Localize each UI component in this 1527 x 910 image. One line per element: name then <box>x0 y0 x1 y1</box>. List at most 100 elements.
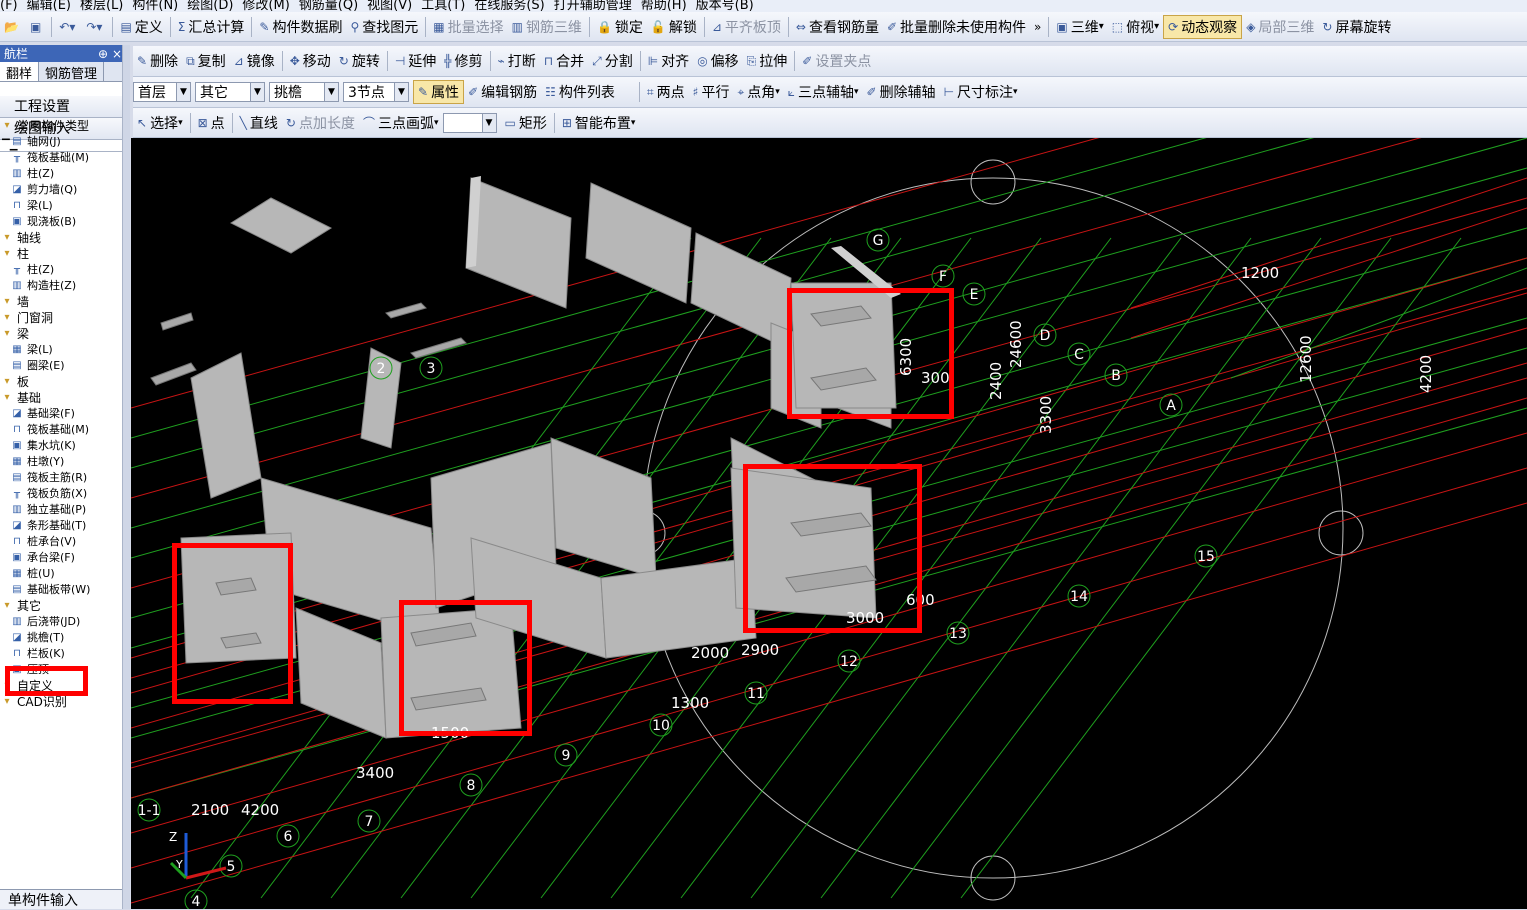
tab-fanyang[interactable]: 翻样 <box>0 62 40 82</box>
edit-button-10[interactable]: ⊫ 对齐 <box>644 49 693 73</box>
menu-item-10[interactable]: 打开辅助管理 <box>554 0 632 12</box>
tree-category[interactable]: ▾ 基础 <box>0 390 122 406</box>
open-file-icon[interactable]: 📂 <box>0 15 26 39</box>
axis-tool-2[interactable]: ⌖ 点角 ▾ <box>733 80 783 104</box>
tree-item[interactable]: ╥ 筏板基础(M) <box>0 150 122 166</box>
category-select[interactable]: 其它 ▼ <box>195 82 265 102</box>
tree-item[interactable]: ◪ 条形基础(T) <box>0 518 122 534</box>
edit-button-2[interactable]: ⊿ 镜像 <box>230 49 279 73</box>
tree-item[interactable]: ▤ 轴网(J) <box>0 134 122 150</box>
tree-item[interactable]: ▥ 构造柱(Z) <box>0 278 122 294</box>
edit-button-8[interactable]: ⊓ 合并 <box>540 49 588 73</box>
node-select[interactable]: 3节点 ▼ <box>343 82 409 102</box>
edit-button-12[interactable]: ⎘ 拉伸 <box>743 49 792 73</box>
tree-item[interactable]: ▣ 现浇板(B) <box>0 214 122 230</box>
toolbar-button-3[interactable]: ⚲ 查找图元 <box>346 15 422 39</box>
save-icon[interactable]: ▣ <box>26 15 48 39</box>
edit-button-4[interactable]: ↻ 旋转 <box>335 49 384 73</box>
view-button-2[interactable]: ⟳ 动态观察 <box>1163 14 1243 39</box>
tree-category[interactable]: ▾ 门窗洞 <box>0 310 122 326</box>
view-button-1[interactable]: ⬚ 俯视 ▾ <box>1108 15 1163 39</box>
tree-item[interactable]: ⊓ 桩承台(V) <box>0 534 122 550</box>
toolbar-button-8[interactable]: ⊿ 平齐板顶 <box>708 15 785 39</box>
view-button-3[interactable]: ◈ 局部三维 <box>1242 15 1318 39</box>
edit-button-13[interactable]: ✐ 设置夹点 <box>798 49 875 73</box>
tree-item[interactable]: ▤ 圈梁(E) <box>0 358 122 374</box>
tree-item[interactable]: ▣ 压顶 <box>0 662 122 678</box>
edit-button-5[interactable]: ⊣ 延伸 <box>391 49 440 73</box>
component-select[interactable]: 挑檐 ▼ <box>269 82 339 102</box>
edit-button-9[interactable]: ⤢ 分割 <box>588 49 637 73</box>
edit-rebar-button[interactable]: ✐ 编辑钢筋 <box>464 80 541 104</box>
axis-tool-1[interactable]: ♯ 平行 <box>689 80 734 104</box>
panel-splitter[interactable] <box>122 45 130 909</box>
axis-tool-3[interactable]: ⟀ 三点辅轴 ▾ <box>784 80 863 104</box>
menu-item-11[interactable]: 帮助(H) <box>641 0 687 12</box>
toolbar-button-1[interactable]: Σ 汇总计算 <box>174 15 249 39</box>
point-button[interactable]: ⊠ 点 <box>194 111 229 135</box>
tree-item[interactable]: ▤ 基础板带(W) <box>0 582 122 598</box>
smart-layout-button[interactable]: ⊞ 智能布置 ▾ <box>558 111 640 135</box>
toolbar-button-10[interactable]: ✐ 批量删除未使用构件 <box>883 15 1030 39</box>
toolbar-button-7[interactable]: 🔓 解锁 <box>647 15 701 39</box>
tree-category[interactable]: ▾ CAD识别 <box>0 694 122 710</box>
menu-item-12[interactable]: 版本号(B) <box>696 0 754 12</box>
edit-button-6[interactable]: ╬ 修剪 <box>440 49 486 73</box>
tree-category[interactable]: ▾ 板 <box>0 374 122 390</box>
edit-button-7[interactable]: ⌁ 打断 <box>494 49 540 73</box>
tree-item[interactable]: ▣ 承台梁(F) <box>0 550 122 566</box>
tree-item[interactable]: ▥ 后浇带(JD) <box>0 614 122 630</box>
toolbar-button-5[interactable]: ▥ 钢筋三维 <box>508 15 586 39</box>
component-list-button[interactable]: ☷ 构件列表 <box>541 80 619 104</box>
menu-item-9[interactable]: 在线服务(S) <box>474 0 544 12</box>
menu-item-2[interactable]: 楼层(L) <box>80 0 123 12</box>
tree-category[interactable]: ▾ 常用构件类型 <box>0 118 122 134</box>
tree-item[interactable]: ⊓ 梁(L) <box>0 198 122 214</box>
tree-item[interactable]: ▦ 梁(L) <box>0 342 122 358</box>
tree-item[interactable]: ⊓ 筏板基础(M) <box>0 422 122 438</box>
edit-button-1[interactable]: ⧉ 复制 <box>182 49 230 73</box>
toolbar-button-0[interactable]: ▤ 定义 <box>116 15 166 39</box>
tree-category[interactable]: ▾ 墙 <box>0 294 122 310</box>
tree-category[interactable]: ▾ 其它 <box>0 598 122 614</box>
tree-category[interactable]: ▾ 柱 <box>0 246 122 262</box>
tree-item[interactable]: ▥ 独立基础(P) <box>0 502 122 518</box>
tree-item[interactable]: ▥ 柱(Z) <box>0 166 122 182</box>
three-point-arc-button[interactable]: ⌒ 三点画弧 ▾ <box>359 111 443 135</box>
tree-category[interactable]: ▾ 轴线 <box>0 230 122 246</box>
tree-item[interactable]: ▣ 集水坑(K) <box>0 438 122 454</box>
edit-button-3[interactable]: ✥ 移动 <box>286 49 335 73</box>
tree-category[interactable]: ▾ 梁 <box>0 326 122 342</box>
toolbar-button-9[interactable]: ⇔ 查看钢筋量 <box>792 15 883 39</box>
tree-item[interactable]: ▤ 筏板主筋(R) <box>0 470 122 486</box>
tree-item[interactable]: ╥ 柱(Z) <box>0 262 122 278</box>
toolbar-button-6[interactable]: 🔒 锁定 <box>593 15 647 39</box>
close-icon[interactable]: × <box>112 47 122 61</box>
single-component-input-button[interactable]: 单构件输入 <box>0 889 122 909</box>
rectangle-button[interactable]: ▭ 矩形 <box>501 111 551 135</box>
toolbar-overflow-icon[interactable]: » <box>1030 15 1045 39</box>
tree-item[interactable]: ◪ 剪力墙(Q) <box>0 182 122 198</box>
tree-item[interactable]: ◪ 挑檐(T) <box>0 630 122 646</box>
arc-mode-select[interactable]: ▼ <box>442 112 497 133</box>
menu-item-1[interactable]: 编辑(E) <box>27 0 71 12</box>
point-length-button[interactable]: ↻ 点加长度 <box>282 111 359 135</box>
view-button-0[interactable]: ▣ 三维 ▾ <box>1052 15 1107 39</box>
tab-rebar-management[interactable]: 钢筋管理 <box>39 62 105 82</box>
menu-item-7[interactable]: 视图(V) <box>367 0 412 12</box>
toolbar-button-4[interactable]: ▦ 批量选择 <box>429 15 507 39</box>
axis-tool-5[interactable]: ⊢ 尺寸标注 ▾ <box>940 80 1022 104</box>
floor-select[interactable]: 首层 ▼ <box>133 82 191 102</box>
tree-item[interactable]: ╥ 筏板负筋(X) <box>0 486 122 502</box>
menu-item-4[interactable]: 绘图(D) <box>187 0 233 12</box>
undo-icon[interactable]: ↶▾ <box>55 15 82 39</box>
edit-button-11[interactable]: ◎ 偏移 <box>693 49 742 73</box>
redo-icon[interactable]: ↷▾ <box>82 15 109 39</box>
line-button[interactable]: ╲ 直线 <box>236 111 282 135</box>
model-canvas[interactable]: G F E D C B A 1-1 15 14 13 12 11 10 9 8 7 6 5 4 3 2 2100 4200 34… <box>131 138 1527 909</box>
menu-item-5[interactable]: 修改(M) <box>242 0 289 12</box>
axis-tool-4[interactable]: ✐ 删除辅轴 <box>863 80 940 104</box>
tree-category[interactable]: ▾ 自定义 <box>0 678 122 694</box>
pin-icon[interactable]: ⊕ <box>98 47 108 61</box>
tree-item[interactable]: ⊓ 栏板(K) <box>0 646 122 662</box>
